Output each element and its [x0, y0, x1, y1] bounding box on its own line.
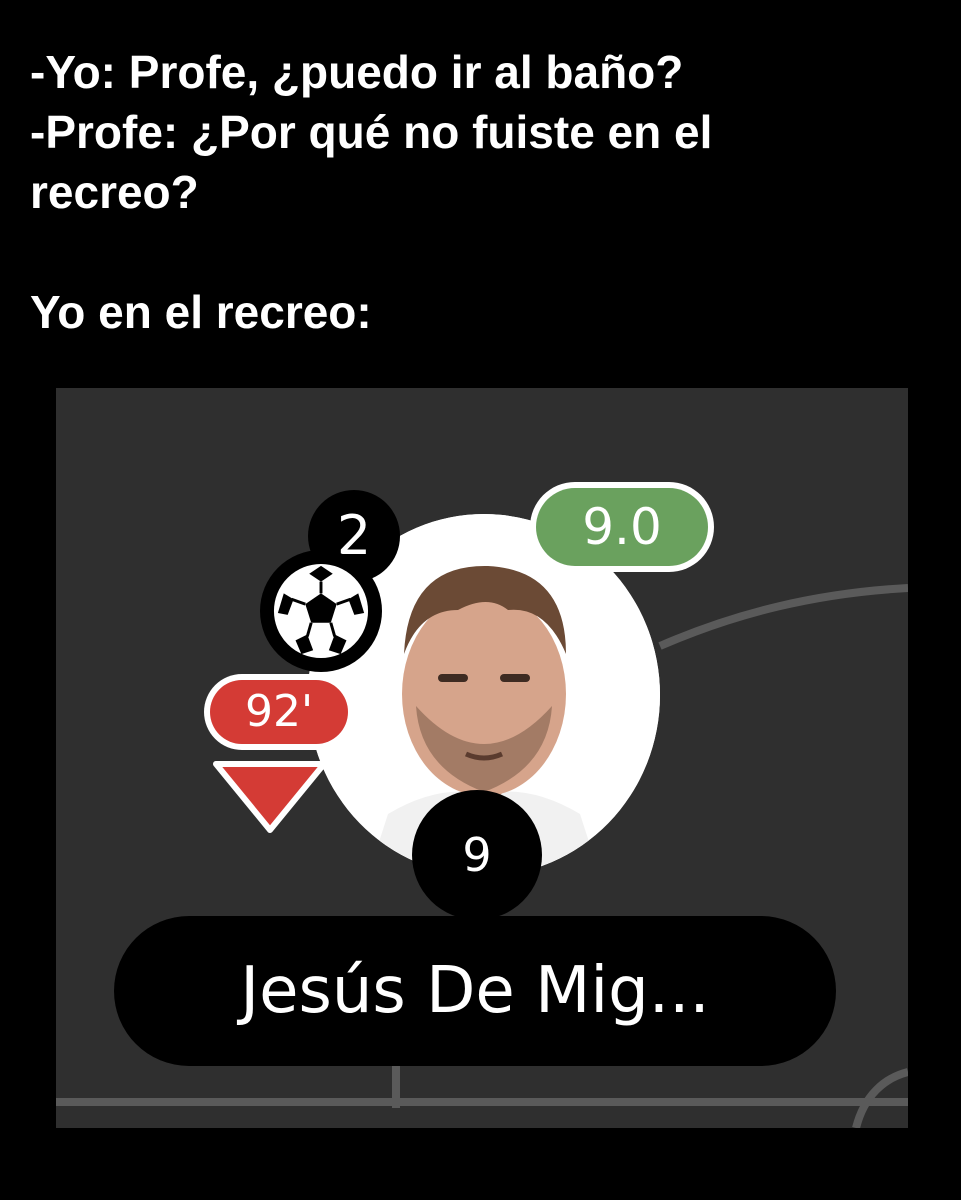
rating-badge: 9.0 [530, 482, 714, 572]
caption-line-2: -Profe: ¿Por qué no fuiste en el [30, 106, 713, 158]
substitution-minute: 92' [210, 680, 348, 744]
caption-line-3: recreo? [30, 166, 199, 218]
caption-line-4: Yo en el recreo: [30, 286, 372, 338]
meme-caption: -Yo: Profe, ¿puedo ir al baño? -Profe: ¿… [30, 42, 930, 342]
rating-value: 9.0 [536, 488, 708, 566]
substitution-down-arrow-icon [213, 761, 327, 833]
shirt-number-badge: 9 [412, 790, 542, 920]
player-card: 2 9.0 92' 9 Jesús De Mig... [56, 388, 908, 1128]
substitution-time-badge: 92' [204, 674, 354, 750]
player-name-label: Jesús De Mig... [114, 916, 836, 1066]
caption-line-1: -Yo: Profe, ¿puedo ir al baño? [30, 46, 684, 98]
soccer-ball-icon [260, 550, 382, 672]
